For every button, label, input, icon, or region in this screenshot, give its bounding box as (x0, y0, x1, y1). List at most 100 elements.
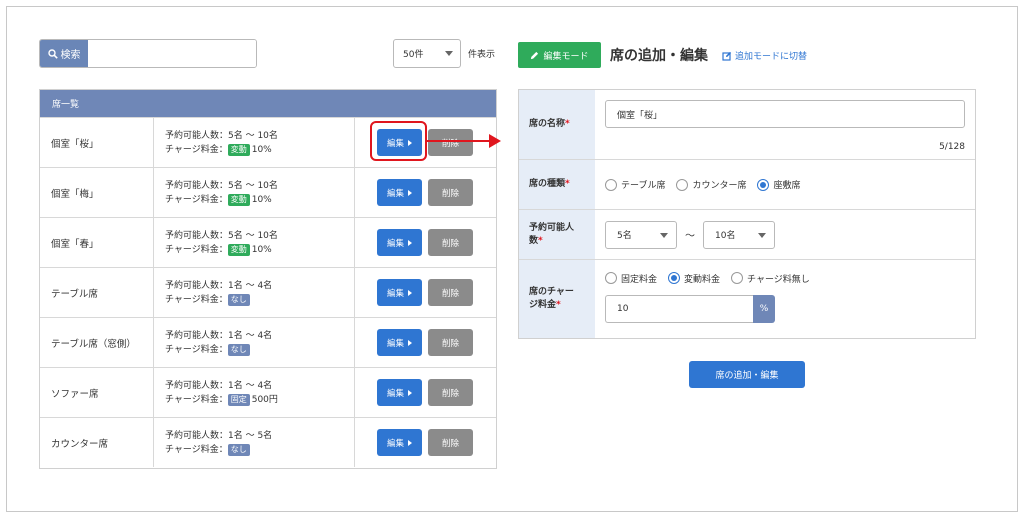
seat-charge: チャージ料金： 変動 10% (165, 193, 272, 206)
chevron-down-icon (660, 232, 668, 238)
table-row: 個室「桜」 予約可能人数：5名 〜 10名 チャージ料金： 変動 10% 編集 削除 (40, 117, 496, 167)
fee-type-radio-group: 固定料金 変動料金 チャージ料無し (605, 270, 965, 286)
delete-button[interactable]: 削除 (428, 229, 473, 256)
name-label: 席の名称 * (519, 90, 595, 159)
type-label: 席の種類 * (519, 160, 595, 209)
perpage-value: 50件 (403, 50, 424, 60)
submit-button[interactable]: 席の追加・編集 (689, 361, 805, 388)
caret-right-icon (408, 189, 412, 196)
seat-info: 予約可能人数：5名 〜 10名 チャージ料金： 変動 10% (154, 168, 355, 217)
seat-name: カウンター席 (40, 418, 154, 467)
seat-type-radio-group: テーブル席 カウンター席 座敷席 (605, 160, 965, 209)
row-actions: 編集 削除 (355, 418, 496, 467)
seat-capacity: 予約可能人数：1名 〜 4名 (165, 330, 273, 341)
search-button-label: 検索 (60, 50, 81, 61)
capacity-label: 予約可能人 数* (519, 210, 595, 259)
seat-name: テーブル席（窓側） (40, 318, 154, 367)
charge-type-badge: なし (227, 343, 250, 356)
arrow-annotation (427, 140, 491, 142)
charge-value: 500円 (251, 394, 278, 405)
edit-button[interactable]: 編集 (377, 279, 422, 306)
char-counter: 5/128 (939, 142, 965, 152)
charge-type-badge: 変動 (227, 243, 250, 256)
switch-add-mode-link[interactable]: 追加モードに切替 (722, 49, 807, 62)
seat-capacity: 予約可能人数：5名 〜 10名 (165, 230, 278, 241)
edit-square-icon (722, 51, 732, 61)
seat-name: 個室「桜」 (40, 118, 154, 167)
seat-name-input[interactable]: 個室「桜」 (605, 100, 965, 128)
edit-button[interactable]: 編集 (377, 329, 422, 356)
chevron-down-icon (758, 232, 766, 238)
radio-icon (676, 178, 689, 191)
seat-charge: チャージ料金： なし (165, 343, 354, 357)
row-actions: 編集 削除 (355, 368, 496, 417)
fee-input[interactable]: 10 (605, 295, 753, 323)
form-row-type: 席の種類 * テーブル席 カウンター席 座敷席 (519, 160, 975, 210)
chevron-down-icon (445, 51, 453, 56)
fee-unit: % (753, 295, 775, 323)
seat-capacity: 予約可能人数：5名 〜 10名 (165, 130, 278, 141)
seat-capacity: 予約可能人数：1名 〜 5名 (165, 430, 273, 441)
form-row-name: 席の名称 * 個室「桜」 5/128 (519, 90, 975, 160)
edit-button[interactable]: 編集 (377, 429, 422, 456)
delete-button[interactable]: 削除 (428, 329, 473, 356)
seat-name: ソファー席 (40, 368, 154, 417)
seat-type-radio-2[interactable]: 座敷席 (757, 178, 801, 191)
fee-label: 席のチャー ジ料金* (519, 260, 595, 338)
seat-type-radio-1[interactable]: カウンター席 (676, 178, 746, 191)
charge-value: 10% (251, 244, 272, 255)
edit-button[interactable]: 編集 (377, 179, 422, 206)
delete-button[interactable]: 削除 (428, 279, 473, 306)
perpage-select[interactable]: 50件 (393, 39, 461, 68)
delete-button[interactable]: 削除 (428, 429, 473, 456)
seat-charge: チャージ料金： なし (165, 293, 354, 307)
table-row: 個室「梅」 予約可能人数：5名 〜 10名 チャージ料金： 変動 10% 編集 削除 (40, 167, 496, 217)
charge-value: 10% (251, 194, 272, 205)
edit-button[interactable]: 編集 (377, 229, 422, 256)
caret-right-icon (408, 289, 412, 296)
seat-name: 個室「春」 (40, 218, 154, 267)
switch-add-mode-label: 追加モードに切替 (735, 52, 808, 62)
pencil-icon (531, 51, 539, 59)
table-row: ソファー席 予約可能人数：1名 〜 4名 チャージ料金： 固定 500円 編集 削除 (40, 367, 496, 417)
edit-mode-label: 編集モード (543, 51, 589, 62)
capacity-min-select[interactable]: 5名 (605, 220, 677, 249)
seat-charge: チャージ料金： なし (165, 443, 354, 457)
range-separator: 〜 (685, 231, 695, 242)
row-actions: 編集 削除 (355, 318, 496, 367)
form-row-capacity: 予約可能人 数* 5名 〜 10名 (519, 210, 975, 260)
delete-button[interactable]: 削除 (428, 179, 473, 206)
seat-info: 予約可能人数：5名 〜 10名 チャージ料金： 変動 10% (154, 218, 355, 267)
seat-charge: チャージ料金： 固定 500円 (165, 393, 278, 406)
seat-info: 予約可能人数：1名 〜 5名チャージ料金： なし (154, 418, 355, 467)
charge-value: 10% (251, 144, 272, 155)
charge-type-badge: なし (227, 443, 250, 456)
charge-type-badge: 変動 (227, 143, 250, 156)
fee-type-radio-1[interactable]: 変動料金 (668, 272, 720, 285)
capacity-max-select[interactable]: 10名 (703, 220, 775, 249)
edit-button[interactable]: 編集 (377, 379, 422, 406)
seat-capacity: 予約可能人数：1名 〜 4名 (165, 280, 273, 291)
highlight-annotation (370, 121, 427, 161)
seat-name: 個室「梅」 (40, 168, 154, 217)
seat-list: 席一覧 個室「桜」 予約可能人数：5名 〜 10名 チャージ料金： 変動 10% 編集 削除… (39, 89, 497, 469)
seat-name: テーブル席 (40, 268, 154, 317)
seat-list-header: 席一覧 (40, 90, 496, 117)
form-title: 席の追加・編集 (610, 48, 708, 64)
delete-button[interactable]: 削除 (428, 129, 473, 156)
seat-info: 予約可能人数：1名 〜 4名チャージ料金： なし (154, 268, 355, 317)
seat-type-radio-0[interactable]: テーブル席 (605, 178, 665, 191)
edit-mode-button[interactable]: 編集モード (518, 42, 601, 68)
fee-type-radio-0[interactable]: 固定料金 (605, 272, 657, 285)
form-row-fee: 席のチャー ジ料金* 固定料金 変動料金 チャージ料無し 10 % (519, 260, 975, 338)
fee-type-radio-2[interactable]: チャージ料無し (731, 272, 810, 285)
search-input[interactable] (88, 40, 256, 67)
seat-charge: チャージ料金： 変動 10% (165, 243, 272, 256)
row-actions: 編集 削除 (355, 218, 496, 267)
delete-button[interactable]: 削除 (428, 379, 473, 406)
table-row: カウンター席 予約可能人数：1名 〜 5名 チャージ料金： なし 編集 削除 (40, 417, 496, 467)
search-button[interactable]: 検索 (40, 40, 88, 67)
caret-right-icon (408, 239, 412, 246)
row-actions: 編集 削除 (355, 268, 496, 317)
seat-form: 席の名称 * 個室「桜」 5/128 席の種類 * テーブル席 カウンター席 座敷席 予… (518, 89, 976, 339)
